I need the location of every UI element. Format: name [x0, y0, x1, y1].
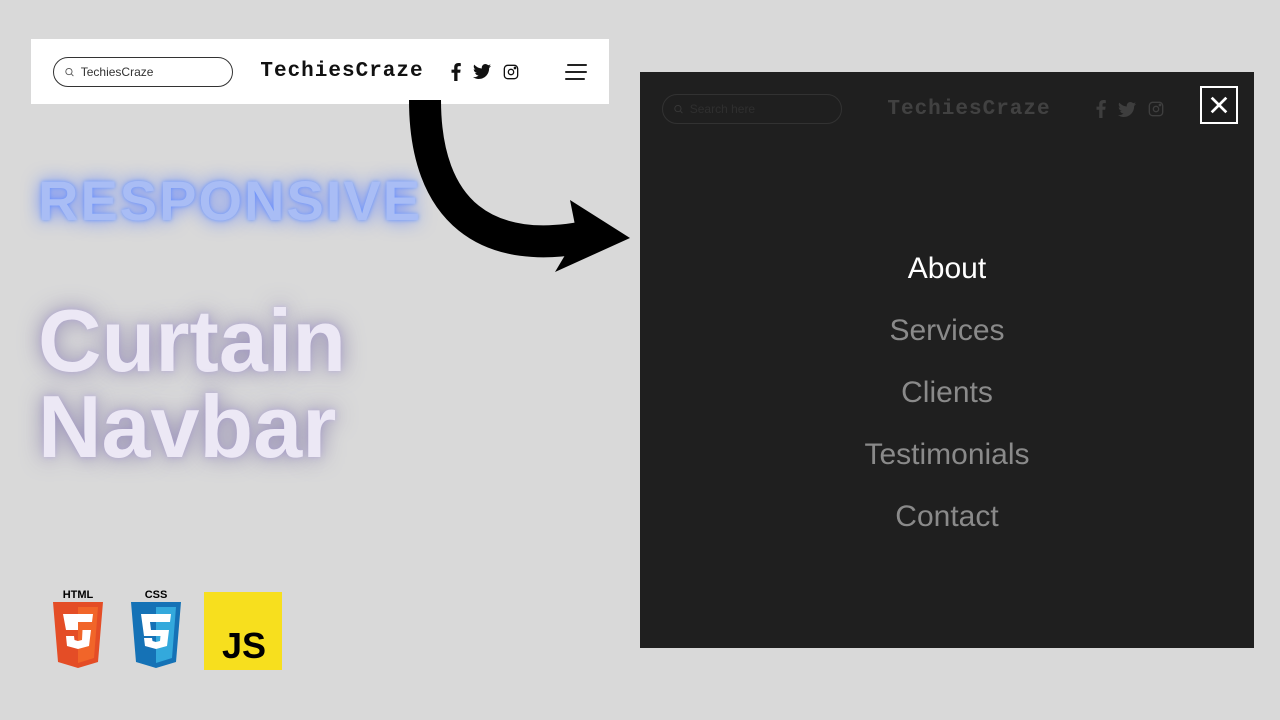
- curtain-brand: TechiesCraze: [860, 98, 1078, 121]
- instagram-icon: [1148, 101, 1164, 117]
- twitter-icon[interactable]: [473, 64, 491, 79]
- curtain-search-input: [690, 102, 831, 116]
- curtain-search-box: [662, 94, 842, 124]
- search-icon: [64, 66, 75, 78]
- css3-badge-icon: CSS: [126, 588, 186, 670]
- svg-text:HTML: HTML: [63, 589, 94, 601]
- curtain-navbar-dimmed: TechiesCraze: [640, 84, 1254, 134]
- svg-text:JS: JS: [222, 625, 266, 666]
- close-button[interactable]: [1200, 86, 1238, 124]
- menu-item-testimonials[interactable]: Testimonials: [864, 438, 1029, 472]
- brand-logo: TechiesCraze: [251, 60, 433, 83]
- facebook-icon: [1096, 100, 1106, 118]
- facebook-icon[interactable]: [451, 63, 461, 81]
- hamburger-icon[interactable]: [565, 64, 587, 80]
- search-icon: [673, 103, 684, 115]
- menu-item-services[interactable]: Services: [889, 314, 1004, 348]
- svg-text:CSS: CSS: [145, 589, 168, 601]
- curtain-menu: About Services Clients Testimonials Cont…: [640, 252, 1254, 534]
- headline-responsive: RESPONSIVE: [38, 168, 422, 233]
- menu-item-about[interactable]: About: [908, 252, 986, 286]
- tech-badges: HTML CSS JS: [48, 588, 282, 670]
- close-icon: [1208, 94, 1230, 116]
- search-box[interactable]: [53, 57, 233, 87]
- social-icons: [451, 63, 519, 81]
- navbar-preview: TechiesCraze: [31, 39, 609, 104]
- search-input[interactable]: [81, 65, 222, 79]
- menu-item-contact[interactable]: Contact: [895, 500, 998, 534]
- curtain-overlay: TechiesCraze About Services Clients Test…: [640, 72, 1254, 648]
- js-badge-icon: JS: [204, 592, 282, 670]
- headline-curtain-navbar: CurtainNavbar: [38, 298, 346, 470]
- twitter-icon: [1118, 102, 1136, 117]
- arrow-icon: [395, 100, 635, 300]
- menu-item-clients[interactable]: Clients: [901, 376, 993, 410]
- html5-badge-icon: HTML: [48, 588, 108, 670]
- instagram-icon[interactable]: [503, 64, 519, 80]
